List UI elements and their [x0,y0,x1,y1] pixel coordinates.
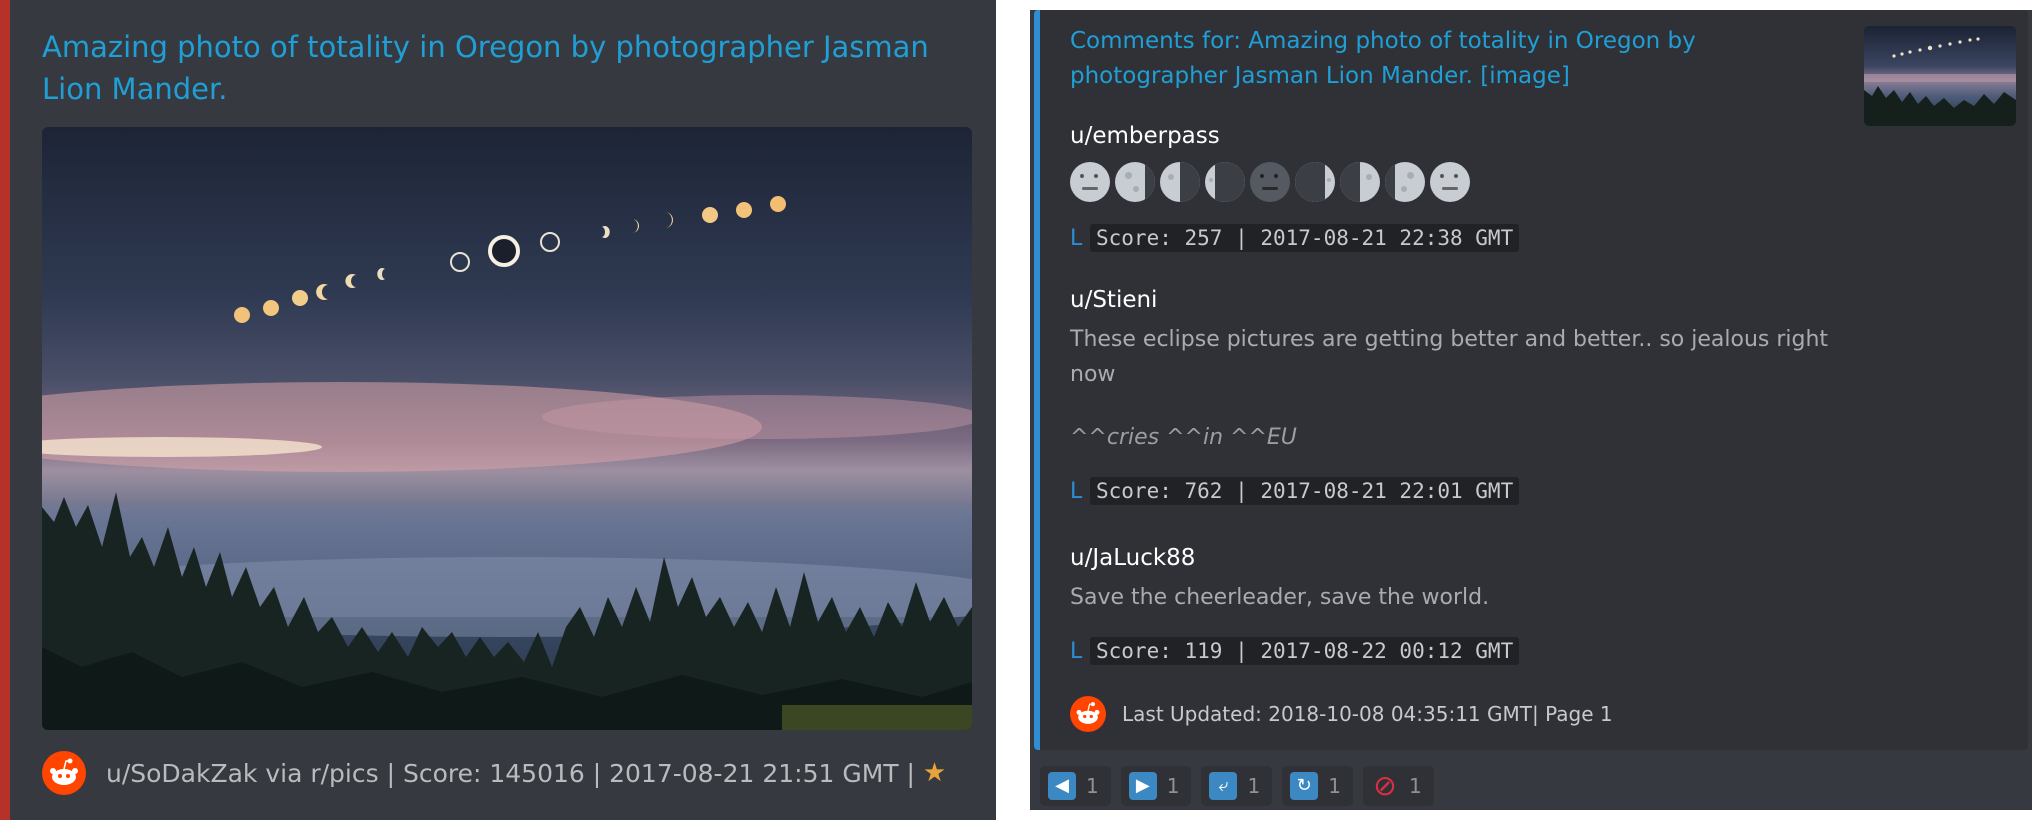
eclipse-photo-graphic [42,196,972,730]
reaction-refresh[interactable]: ↻ 1 [1282,766,1353,806]
comment-score: Score: 762 | 2017-08-21 22:01 GMT [1090,477,1520,505]
reddit-logo-icon [1070,696,1106,732]
waxing-crescent-moon-icon [1295,162,1335,202]
reply-marker: L [1070,225,1083,251]
comment-score: Score: 257 | 2017-08-21 22:38 GMT [1090,224,1520,252]
reaction-return[interactable]: ⤶ 1 [1201,766,1273,806]
reaction-count: 1 [1166,774,1180,798]
comment: u/emberpass L Score: 257 | 2017-08-21 22… [1070,120,1860,252]
waning-crescent-moon-icon [1205,162,1245,202]
comment-body: These eclipse pictures are getting bette… [1070,327,1829,387]
reaction-next[interactable]: ▶ 1 [1120,766,1192,806]
arrow-left-icon: ◀ [1048,772,1076,800]
moon-phase-emoji-row [1070,162,1860,202]
last-updated-text: Last Updated: 2018-10-08 04:35:11 GMT| P… [1122,702,1613,726]
reddit-logo-icon [42,751,86,795]
star-icon: ★ [922,758,947,788]
reaction-delete[interactable]: ⊘ 1 [1362,766,1434,806]
full-moon-face-icon [1070,162,1110,202]
comment: u/JaLuck88 Save the cheerleader, save th… [1070,542,1860,665]
reaction-count: 1 [1247,774,1261,798]
prohibited-icon: ⊘ [1373,769,1397,802]
embed-accent-bar [0,0,10,820]
reply-marker: L [1070,638,1083,664]
post-thumbnail[interactable] [1864,26,2016,126]
divider [1030,0,2032,10]
reaction-count: 1 [1328,774,1341,798]
reaction-bar: ◀ 1 ▶ 1 ⤶ 1 ↻ 1 ⊘ 1 [1040,766,1434,806]
comment-author[interactable]: u/JaLuck88 [1070,542,1860,574]
reddit-post-embed: Amazing photo of totality in Oregon by p… [0,0,996,820]
last-updated-footer: Last Updated: 2018-10-08 04:35:11 GMT| P… [1070,696,1613,732]
comments-embed: Comments for: Amazing photo of totality … [1030,0,2032,820]
comment-score-line: L Score: 762 | 2017-08-21 22:01 GMT [1070,477,1860,505]
post-title-link[interactable]: Amazing photo of totality in Oregon by p… [42,26,942,110]
comment-author[interactable]: u/emberpass [1070,120,1860,152]
comment-score: Score: 119 | 2017-08-22 00:12 GMT [1090,637,1520,665]
comments-card: Comments for: Amazing photo of totality … [1034,10,2028,750]
waxing-gibbous-moon-icon [1385,162,1425,202]
divider [1030,810,2032,820]
comment-body-italic: ^^cries ^^in ^^EU [1070,425,1297,450]
reaction-count: 1 [1086,774,1099,798]
post-footer: u/SoDakZak via r/pics | Score: 145016 | … [42,748,982,798]
eclipse-photo[interactable] [42,127,972,730]
comment-score-line: L Score: 119 | 2017-08-22 00:12 GMT [1070,637,1860,665]
full-moon-face-icon [1430,162,1470,202]
comment: u/Stieni These eclipse pictures are gett… [1070,284,1860,505]
comment-author[interactable]: u/Stieni [1070,284,1860,316]
new-moon-face-icon [1250,162,1290,202]
reaction-count: 1 [1408,774,1422,798]
first-quarter-moon-icon [1340,162,1380,202]
post-meta-text: u/SoDakZak via r/pics | Score: 145016 | … [106,758,915,788]
thumbnail-graphic [1864,37,2016,126]
reply-marker: L [1070,478,1083,504]
comment-score-line: L Score: 257 | 2017-08-21 22:38 GMT [1070,224,1860,252]
arrow-right-icon: ▶ [1128,772,1157,800]
eclipse-sequence [234,196,786,323]
comment-body: Save the cheerleader, save the world. [1070,585,1490,610]
last-quarter-moon-icon [1160,162,1200,202]
waning-gibbous-moon-icon [1115,162,1155,202]
embed-accent-bar [1034,10,1040,750]
refresh-icon: ↻ [1290,772,1319,800]
comments-title-link[interactable]: Comments for: Amazing photo of totality … [1070,24,1860,94]
reaction-previous[interactable]: ◀ 1 [1040,766,1111,806]
return-icon: ⤶ [1209,772,1238,800]
